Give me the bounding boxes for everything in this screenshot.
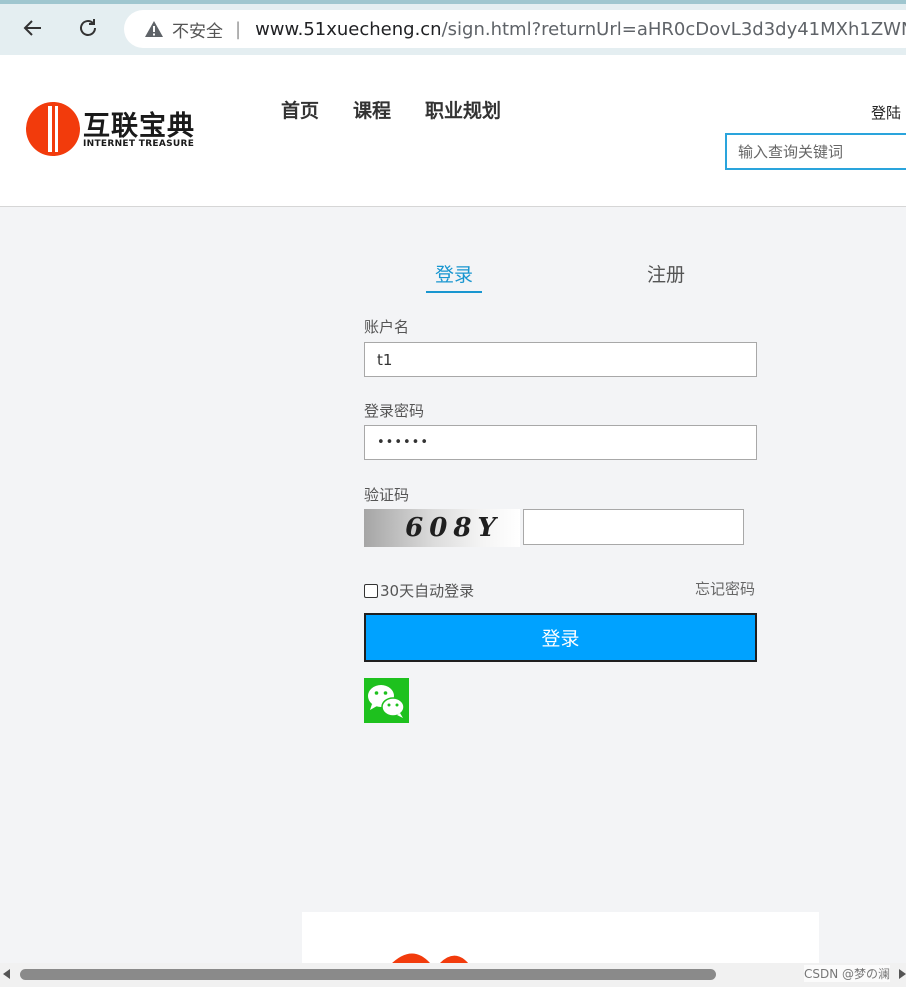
tab-login[interactable]: 登录	[426, 260, 482, 293]
url-path: /sign.html?returnUrl=aHR0cDovL3d3dy41MXh…	[441, 18, 906, 40]
wechat-login-icon[interactable]	[364, 678, 409, 723]
remember-me[interactable]: 30天自动登录	[364, 580, 474, 601]
tab-register[interactable]: 注册	[647, 260, 685, 287]
browser-toolbar: 不安全 | www.51xuecheng.cn /sign.html?retur…	[0, 0, 906, 55]
nav-item-courses[interactable]: 课程	[353, 96, 391, 123]
insecure-label: 不安全	[172, 21, 223, 42]
remember-label: 30天自动登录	[380, 582, 475, 600]
csdn-watermark: CSDN @梦の澜	[804, 965, 891, 982]
search-input[interactable]: 输入查询关键词	[725, 133, 906, 170]
horizontal-scrollbar[interactable]: CSDN @梦の澜	[0, 963, 906, 987]
site-header: 互联宝典 INTERNET TREASURE 首页 课程 职业规划 登陆 输入查…	[0, 55, 906, 207]
logo-mark-icon	[26, 102, 80, 156]
back-icon[interactable]	[19, 14, 47, 42]
password-input[interactable]: ••••••	[364, 425, 757, 460]
logo-chinese-text: 互联宝典	[83, 111, 195, 142]
captcha-image[interactable]: 608Y	[364, 509, 520, 547]
forgot-password-link[interactable]: 忘记密码	[695, 578, 755, 599]
warning-icon[interactable]	[144, 20, 164, 38]
username-label: 账户名	[364, 318, 410, 336]
scroll-left-icon[interactable]	[3, 969, 10, 979]
header-login-link[interactable]: 登陆	[871, 102, 901, 123]
remember-checkbox[interactable]	[364, 583, 378, 598]
url-host: www.51xuecheng.cn	[255, 18, 442, 40]
reload-icon[interactable]	[74, 14, 102, 42]
captcha-input[interactable]	[523, 509, 744, 545]
login-button[interactable]: 登录	[364, 613, 757, 662]
site-logo[interactable]: 互联宝典 INTERNET TREASURE	[26, 102, 226, 158]
nav-item-home[interactable]: 首页	[281, 96, 319, 123]
username-input[interactable]: t1	[364, 342, 757, 377]
captcha-label: 验证码	[364, 486, 410, 504]
scrollbar-thumb[interactable]	[20, 969, 716, 980]
scroll-right-icon[interactable]	[899, 969, 906, 979]
main-nav: 首页 课程 职业规划	[281, 96, 535, 123]
nav-item-career[interactable]: 职业规划	[425, 96, 501, 123]
url-separator: |	[235, 18, 242, 40]
address-bar[interactable]: 不安全 | www.51xuecheng.cn /sign.html?retur…	[124, 10, 906, 48]
logo-english-text: INTERNET TREASURE	[83, 139, 195, 149]
password-label: 登录密码	[364, 402, 425, 420]
